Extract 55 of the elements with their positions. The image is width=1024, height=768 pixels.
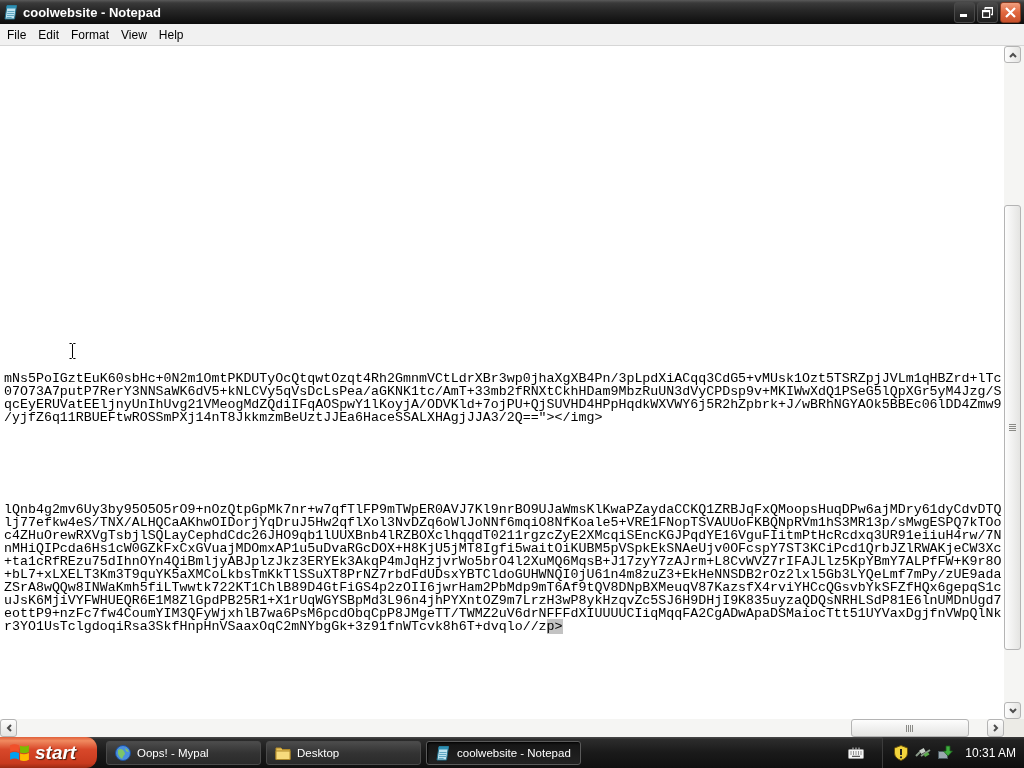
text-line: +bL7+xLXELT3Km3T9quYK5aXMCoLkbsTmKkTlSSuXT8PrNZ7rbdFdUDsxYBTCldoGUHWNQI0jU61n4m8zuZ3+EkHeNNSDB2rOz2lxl5Gb3LYQeLmf7mPy/zUE9ada [4, 568, 1002, 581]
taskbar-button[interactable]: Oops! - Mypal [106, 740, 261, 765]
vertical-scrollbar[interactable] [1004, 46, 1024, 719]
text-line: eottP9+nzFc7fw4CoumYIM3QFyWjxhlB7wa6PsM6pcdObqCpP8JMgeTT/TWMZ2uV6drNFFFdXIUUUUCIiqMqqFA2CgADwApaDSMaiocTtt51UYVaxDgjfnVWpQlNk [4, 607, 1002, 620]
text-line: /yjfZ6q11RBUEFtwROSSmPXj14nT8JkkmzmBeUztJJEa6HaceSSALXHAgjJJA3/2Q=="></img> [4, 411, 603, 424]
scrollbar-corner [1004, 719, 1024, 737]
text-line: lQnb4g2mv6Uy3by95O5O5rO9+nOzQtpGpMk7nr+w7qfTlFP9mTWpER0AVJ7Kl9nrBO9UJaWmsKlKwaPZaydaCCKQ1ZRBJqFxQMoopsHuqDPw6ajMDry61dyCdvDTQ [4, 503, 1002, 516]
menu-item[interactable]: Help [152, 25, 190, 44]
keyboard-icon[interactable] [848, 745, 865, 760]
grip-icon [906, 724, 914, 732]
start-button[interactable]: start [0, 737, 97, 768]
menu-item[interactable]: File [1, 25, 33, 44]
text-line: +ta1cRfREzu75dIhnOYn4QiBmljyABJplzJkz3ERYEk3AkqP4mJqHzjvrWo5brO4l2XuMQ6MqsB+J17zyY7zAJrm+L8CvWVZ7rIFAJLlz5KpYBmY7ALPfFW+K9r8O [4, 555, 1002, 568]
restore-button[interactable] [977, 1, 998, 23]
chevron-right-icon [992, 724, 999, 732]
grip-icon [1009, 423, 1016, 432]
scroll-thumb[interactable] [1004, 205, 1021, 650]
text-line: uJsK6MjiVYFWHUEQR6E1M8ZlGpdPB25R1+X1rUqWGYSBpMd3L96n4jhPYXntOZ9m7LrzH3wP8ykHzqvZc5SJ6H9DHjI9K835uyzaQDQsNRHLSdP81E6lnUMDnUgd7 [4, 594, 1002, 607]
text-line: qcEyERUVatEEljnyUnIhUvg21VMeogMdZQdiIFqAOSpwY1lKoyjA/ODVKld+7ojPU+QjSUVHD4HPpHqdkWXVWY6j5R2hZpbrk+J/wBRhNGYAOk5BBEc06lDD4Zmw9 [4, 398, 1002, 411]
windows-flag-icon [9, 743, 30, 762]
taskbar-button[interactable]: Desktop [266, 740, 421, 765]
minimize-button[interactable] [954, 1, 975, 23]
globe-icon [115, 744, 131, 761]
clock: 10:31 AM [965, 745, 1016, 760]
text-line: c4ZHuOrewRXVgTsbjlSQLayCephdCdc26JHO9qb1lUUXBnb4lRZBOXclhqqdT0211rgzcZyE2XMcqiSEncKGJPqdYE16VguFIitmPtHcRcdxq3UR91eiiuH4rw/7N [4, 529, 1002, 542]
chevron-up-icon [1008, 51, 1017, 58]
close-icon [1005, 6, 1016, 18]
text-line: r3YO1UsTclgdoqiRsa3SkfHnpHnVSaaxOqC2mNYbgGk+3z91fnWTcvk8h6T+dvqlo//zp> [4, 620, 563, 633]
menu-item[interactable]: View [115, 25, 153, 44]
menu-item[interactable]: Edit [32, 25, 66, 44]
notepad-icon [4, 4, 18, 20]
taskbar-button[interactable]: coolwebsite - Notepad [426, 740, 581, 765]
scroll-left-button[interactable] [0, 719, 17, 737]
text-line: ZSrA8wQQw8INWaKmh5fiLTwwtk722KT1ChlB89D4GtFiGS4p2zOII6jwrHam2PbMdp9mT6Af9tQV8DNpBXMeuqV87KazsfX4rviYHCcQGsvbYkSFZfHQx6gepqS1c [4, 581, 1002, 594]
scroll-right-button[interactable] [987, 719, 1004, 737]
close-button[interactable] [1000, 1, 1021, 23]
chevron-down-icon [1008, 707, 1017, 714]
text-line: 07O73A7putP7RerY3NNSaWK6dV5+kNLCVy5qVsDcLsPea/aGKNK1tc/AmT+33mb2fRNXtCkhHDam9MbzRuUN3dVyCPDsp9v+MKIWwXdQ1PSeG5lQpXGr5yM4Jzg/S [4, 385, 1002, 398]
menu-item[interactable]: Format [65, 25, 116, 44]
scroll-thumb[interactable] [851, 719, 969, 737]
folder-icon [275, 744, 291, 761]
notepad-icon [435, 744, 451, 761]
scroll-down-button[interactable] [1004, 702, 1021, 719]
text-line: nMHiQIPcda6Hs1cW0GZkFxCxGVuajMDOmxAP1u5uDvaRGcDOX+H8KjU5jMT8Igfi5waitOiKUBM5pVSpkEkSNAeUjv0OFcspY7ST3KCiPcd1QrbJZlRWAKjeCW3Xc [4, 542, 1002, 555]
scroll-up-button[interactable] [1004, 46, 1021, 63]
text-line: lj77efkw4eS/TNX/ALHQCaAKhwOIDorjYqDruJ5Hw2qflXol3NvDZq6oWlJoNNf6mqiO8NfKoale5+VRE1FNopTSVAUUoFKBQNpRVm1hS3MR13p/sMwgESPQ7kTOo [4, 516, 1002, 529]
text-line: mNs5PoIGztEuK60sbHc+0N2m1OmtPKDUTyOcQtqwtOzqt4Rh2GmnmVCtLdrXBr3wp0jhaXgXB4Pn/3pLpdXiACqq3CdG5+vMUsk1Ozt5TSRZpjJVLm1qHBZrd+lTc [4, 372, 1002, 385]
restore-icon [982, 6, 993, 18]
chevron-left-icon [5, 724, 12, 732]
window-title: coolwebsite - Notepad [23, 4, 161, 20]
warning-shield-icon[interactable] [893, 744, 910, 761]
monitor-arrow-icon[interactable] [937, 744, 954, 761]
text-cursor-icon [69, 343, 76, 359]
minimize-icon [959, 14, 967, 17]
horizontal-scrollbar[interactable] [0, 719, 1004, 737]
